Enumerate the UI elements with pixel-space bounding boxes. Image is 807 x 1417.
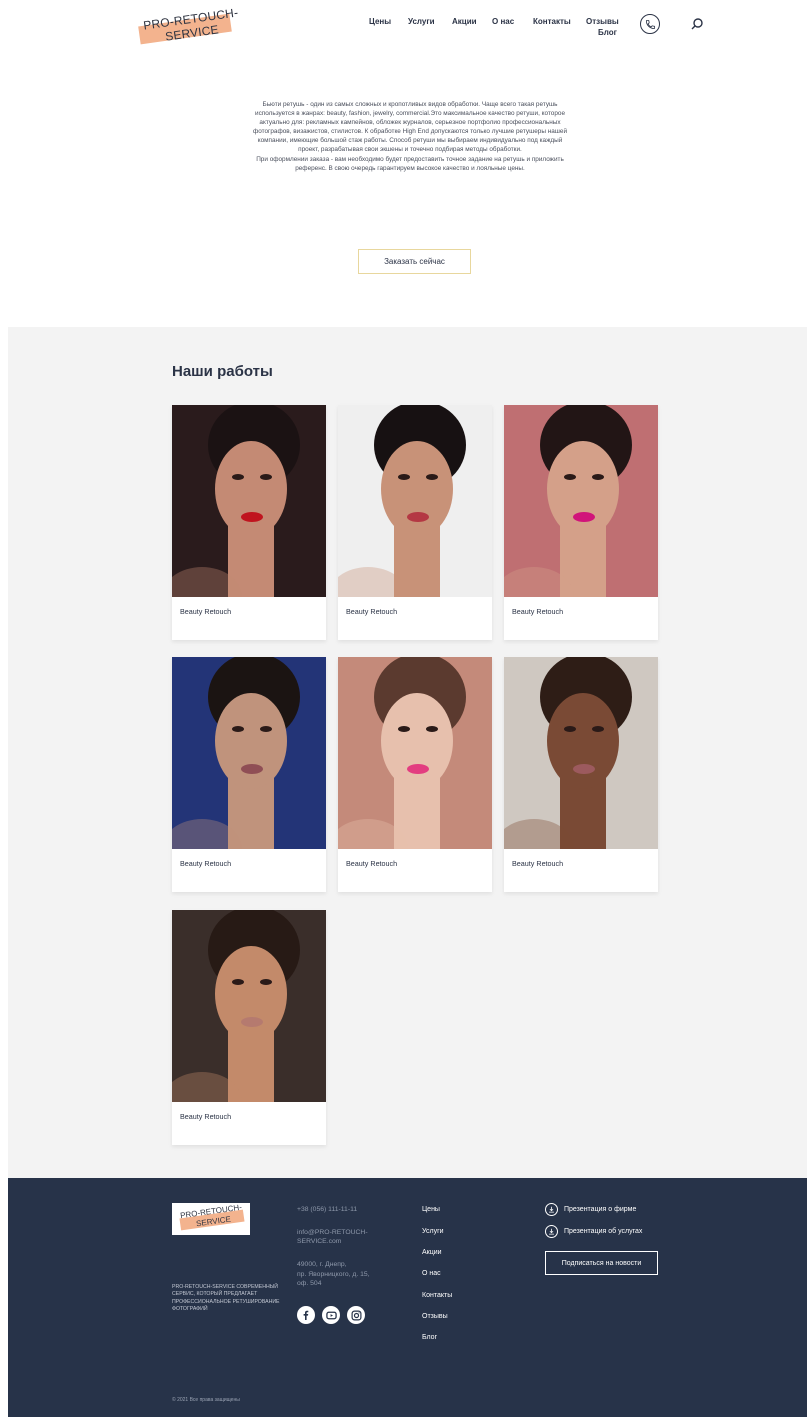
- portfolio-card[interactable]: Beauty Retouch: [504, 657, 658, 892]
- subscribe-button[interactable]: Подписаться на новости: [545, 1251, 658, 1275]
- nav-prices[interactable]: Цены: [369, 17, 391, 26]
- instagram-link[interactable]: [347, 1306, 365, 1324]
- facebook-link[interactable]: [297, 1306, 315, 1324]
- nav-promotions[interactable]: Акции: [452, 17, 477, 26]
- portfolio-card[interactable]: Beauty Retouch: [172, 657, 326, 892]
- footer-link-reviews[interactable]: Отзывы: [422, 1313, 448, 1320]
- portfolio-card[interactable]: Beauty Retouch: [504, 405, 658, 640]
- portfolio-card[interactable]: Beauty Retouch: [172, 910, 326, 1145]
- presentation-services-label: Презентация об услугах: [564, 1227, 643, 1235]
- site-footer: PRO-RETOUCH- SERVICE PRO-RETOUCH-SERVICE…: [8, 1178, 807, 1417]
- works-title: Наши работы: [172, 363, 273, 380]
- footer-address-line1: 49000, г. Днепр,: [297, 1261, 347, 1268]
- nav-blog[interactable]: Блог: [598, 28, 617, 37]
- footer-phone[interactable]: +38 (056) 111-11-11: [297, 1205, 357, 1214]
- footer-description: PRO-RETOUCH-SERVICE современный сервис, …: [172, 1284, 280, 1313]
- portfolio-photo[interactable]: [504, 657, 658, 849]
- footer-email-line1[interactable]: info@PRO-RETOUCH-: [297, 1228, 368, 1237]
- footer-logo[interactable]: PRO-RETOUCH- SERVICE: [172, 1203, 250, 1235]
- portfolio-photo[interactable]: [172, 657, 326, 849]
- download-icon: [545, 1202, 558, 1216]
- footer-link-about[interactable]: О нас: [422, 1270, 441, 1277]
- footer-link-promotions[interactable]: Акции: [422, 1249, 442, 1256]
- portfolio-photo[interactable]: [338, 657, 492, 849]
- portfolio-card-label: Beauty Retouch: [346, 859, 398, 868]
- nav-reviews[interactable]: Отзывы: [586, 17, 619, 26]
- copyright: © 2021 Все права защищены: [172, 1397, 240, 1403]
- site-header: PRO-RETOUCH- SERVICE Цены Услуги Акции О…: [0, 0, 807, 60]
- footer-link-prices[interactable]: Цены: [422, 1206, 440, 1213]
- footer-link-services[interactable]: Услуги: [422, 1228, 444, 1235]
- portfolio-card-label: Beauty Retouch: [346, 607, 398, 616]
- order-now-button[interactable]: Заказать сейчас: [358, 249, 471, 274]
- download-icon: [545, 1224, 558, 1238]
- portfolio-card-label: Beauty Retouch: [180, 1112, 232, 1121]
- footer-address-line2: пр. Яворницкого, д. 15,: [297, 1271, 370, 1278]
- portfolio-photo[interactable]: [504, 405, 658, 597]
- footer-link-contacts[interactable]: Контакты: [422, 1292, 452, 1299]
- youtube-icon: [325, 1311, 337, 1319]
- facebook-icon: [303, 1310, 309, 1320]
- portfolio-card-label: Beauty Retouch: [512, 859, 564, 868]
- presentation-services-link[interactable]: Презентация об услугах: [545, 1224, 642, 1238]
- portfolio-photo[interactable]: [172, 910, 326, 1102]
- instagram-icon: [351, 1310, 361, 1320]
- portfolio-photo[interactable]: [338, 405, 492, 597]
- presentation-company-link[interactable]: Презентация о фирме: [545, 1202, 636, 1216]
- presentation-company-label: Презентация о фирме: [564, 1205, 637, 1213]
- footer-address-line3: оф. 504: [297, 1280, 322, 1287]
- portfolio-card[interactable]: Beauty Retouch: [338, 657, 492, 892]
- search-icon: [691, 18, 703, 30]
- portfolio-photo[interactable]: [172, 405, 326, 597]
- youtube-link[interactable]: [322, 1306, 340, 1324]
- portfolio-card-label: Beauty Retouch: [512, 607, 564, 616]
- portfolio-card-label: Beauty Retouch: [180, 607, 232, 616]
- nav-services[interactable]: Услуги: [408, 17, 435, 26]
- works-section: Наши работы Beauty Retouch Beauty Retouch…: [8, 327, 807, 1178]
- intro-paragraph-1: Бьюти ретушь - один из самых сложных и к…: [252, 101, 568, 154]
- nav-about[interactable]: О нас: [492, 17, 514, 26]
- phone-button[interactable]: [640, 14, 660, 34]
- portfolio-card-label: Beauty Retouch: [180, 859, 232, 868]
- footer-link-blog[interactable]: Блог: [422, 1334, 437, 1341]
- logo[interactable]: PRO-RETOUCH- SERVICE: [137, 5, 239, 45]
- search-button[interactable]: [690, 17, 704, 31]
- nav-contacts[interactable]: Контакты: [533, 17, 571, 26]
- intro-text: Бьюти ретушь - один из самых сложных и к…: [250, 100, 570, 173]
- footer-email-line2[interactable]: SERVICE.com: [297, 1237, 341, 1246]
- portfolio-card[interactable]: Beauty Retouch: [338, 405, 492, 640]
- phone-icon: [645, 19, 655, 29]
- intro-paragraph-2: При оформлении заказа - вам необходимо б…: [256, 155, 564, 172]
- portfolio-card[interactable]: Beauty Retouch: [172, 405, 326, 640]
